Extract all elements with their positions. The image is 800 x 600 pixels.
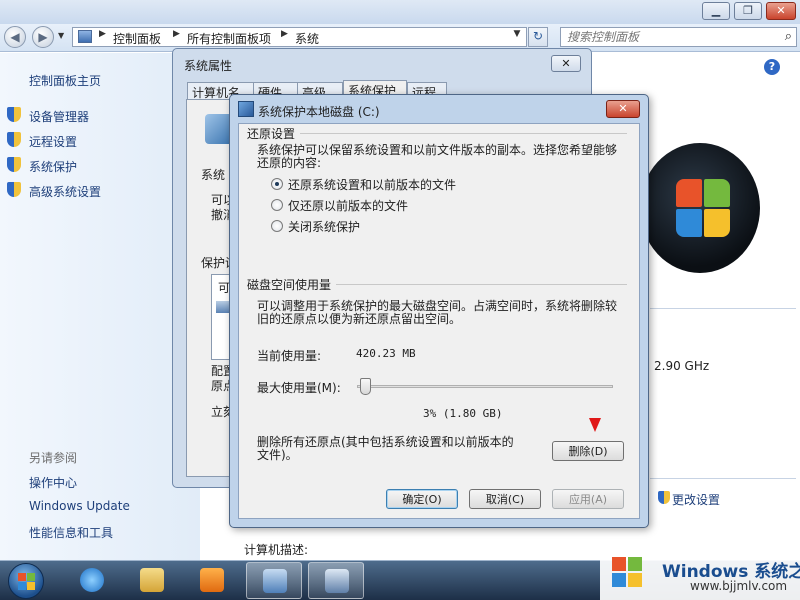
performance-info-link[interactable]: 性能信息和工具 [29, 524, 113, 541]
shield-icon [7, 182, 21, 197]
ok-button[interactable]: 确定(O) [386, 489, 458, 509]
taskbar-control-panel[interactable] [246, 562, 302, 599]
refresh-button[interactable]: ↻ [528, 27, 548, 47]
search-box[interactable]: ⌕ [560, 27, 797, 47]
current-usage-value: 420.23 MB [356, 347, 416, 360]
internet-explorer-icon [80, 568, 104, 592]
windows-logo-icon [640, 143, 760, 273]
current-usage-label: 当前使用量: [257, 349, 322, 363]
cancel-button[interactable]: 取消(C) [469, 489, 541, 509]
taskbar-media-player[interactable] [184, 562, 240, 599]
system-protection-icon [238, 101, 254, 117]
radio-label[interactable]: 关闭系统保护 [288, 218, 360, 235]
radio-button[interactable] [271, 178, 283, 190]
system-protection-link[interactable]: 系统保护 [29, 158, 77, 175]
device-manager-link[interactable]: 设备管理器 [29, 108, 89, 125]
forward-button[interactable]: ▶ [32, 26, 54, 48]
partial-text: 系统 [201, 168, 226, 182]
windows-flag-icon [612, 557, 642, 587]
dialog-title: 系统保护本地磁盘 (C:) [258, 105, 380, 119]
disk-usage-heading: 磁盘空间使用量 [247, 278, 332, 292]
folder-icon [140, 568, 164, 592]
max-usage-label: 最大使用量(M): [257, 381, 341, 395]
maximize-button[interactable]: ❐ [734, 2, 762, 20]
recent-pages-chevron-icon[interactable]: ▼ [58, 31, 64, 40]
delete-button[interactable]: 删除(D) [552, 441, 624, 461]
address-dropdown-icon[interactable]: ▼ [510, 29, 524, 39]
change-settings-label[interactable]: 更改设置 [672, 491, 720, 508]
delete-description: 删除所有还原点(其中包括系统设置和以前版本的 文件)。 [257, 435, 514, 462]
advanced-system-settings-link[interactable]: 高级系统设置 [29, 183, 101, 200]
cpu-speed-value: 2.90 GHz [654, 359, 710, 373]
slider-readout: 3% (1.80 GB) [423, 407, 503, 420]
radio-button[interactable] [271, 199, 283, 211]
see-also-heading: 另请参阅 [29, 451, 78, 465]
drive-icon [216, 301, 230, 313]
minimize-button[interactable]: ▁ [702, 2, 730, 20]
back-button[interactable]: ◀ [4, 26, 26, 48]
section-divider [650, 478, 796, 479]
remote-settings-link[interactable]: 远程设置 [29, 133, 77, 150]
action-center-link[interactable]: 操作中心 [29, 474, 77, 491]
search-input[interactable] [561, 28, 761, 46]
watermark: Windows 系统之家 www.bjjmlv.com [600, 545, 800, 600]
watermark-url: www.bjjmlv.com [690, 579, 788, 593]
restore-settings-description: 系统保护可以保留系统设置和以前文件版本的副本。选择您希望能够 还原的内容: [257, 143, 618, 170]
restore-settings-heading: 还原设置 [247, 127, 296, 141]
address-bar[interactable]: ▶ 控制面板 ▶ 所有控制面板项 ▶ 系统 ▼ [72, 27, 527, 47]
breadcrumb-control-panel[interactable]: 控制面板 [113, 30, 161, 47]
disk-usage-description: 可以调整用于系统保护的最大磁盘空间。占满空间时，系统将删除较 旧的还原点以便为新… [257, 299, 618, 326]
taskbar-explorer[interactable] [124, 562, 180, 599]
breadcrumb-chevron-icon[interactable]: ▶ [173, 29, 180, 39]
search-icon[interactable]: ⌕ [785, 29, 792, 44]
control-panel-icon [78, 30, 92, 43]
close-button[interactable]: ✕ [551, 55, 581, 72]
slider-thumb[interactable] [360, 378, 371, 395]
group-divider [300, 133, 627, 134]
section-divider [650, 308, 796, 309]
media-player-icon [200, 568, 224, 592]
close-button[interactable]: ✕ [606, 100, 640, 118]
start-button[interactable] [8, 563, 44, 599]
breadcrumb-system[interactable]: 系统 [295, 30, 319, 47]
shield-icon [7, 107, 21, 122]
red-arrow-icon [589, 418, 601, 432]
radio-label[interactable]: 仅还原以前版本的文件 [288, 197, 408, 214]
help-icon[interactable]: ? [764, 59, 780, 75]
title-bar: ▁ ❐ ✕ [0, 0, 800, 24]
windows-update-link[interactable]: Windows Update [29, 499, 130, 513]
shield-icon [658, 491, 670, 504]
breadcrumb-chevron-icon[interactable]: ▶ [281, 29, 288, 39]
apply-button[interactable]: 应用(A) [552, 489, 624, 509]
group-divider [336, 284, 627, 285]
radio-label[interactable]: 还原系统设置和以前版本的文件 [288, 176, 456, 193]
radio-button[interactable] [271, 220, 283, 232]
taskbar-internet-explorer[interactable] [64, 562, 120, 599]
close-button[interactable]: ✕ [766, 2, 796, 20]
control-panel-icon [263, 569, 287, 593]
breadcrumb-all-items[interactable]: 所有控制面板项 [187, 30, 271, 47]
shield-icon [7, 132, 21, 147]
control-panel-home-link[interactable]: 控制面板主页 [29, 72, 101, 89]
shield-icon [7, 157, 21, 172]
computer-description-label: 计算机描述: [244, 543, 309, 557]
computer-icon [325, 569, 349, 593]
breadcrumb-chevron-icon[interactable]: ▶ [99, 29, 106, 39]
taskbar-system-properties[interactable] [308, 562, 364, 599]
max-usage-slider[interactable] [357, 385, 613, 388]
dialog-title: 系统属性 [184, 59, 233, 73]
